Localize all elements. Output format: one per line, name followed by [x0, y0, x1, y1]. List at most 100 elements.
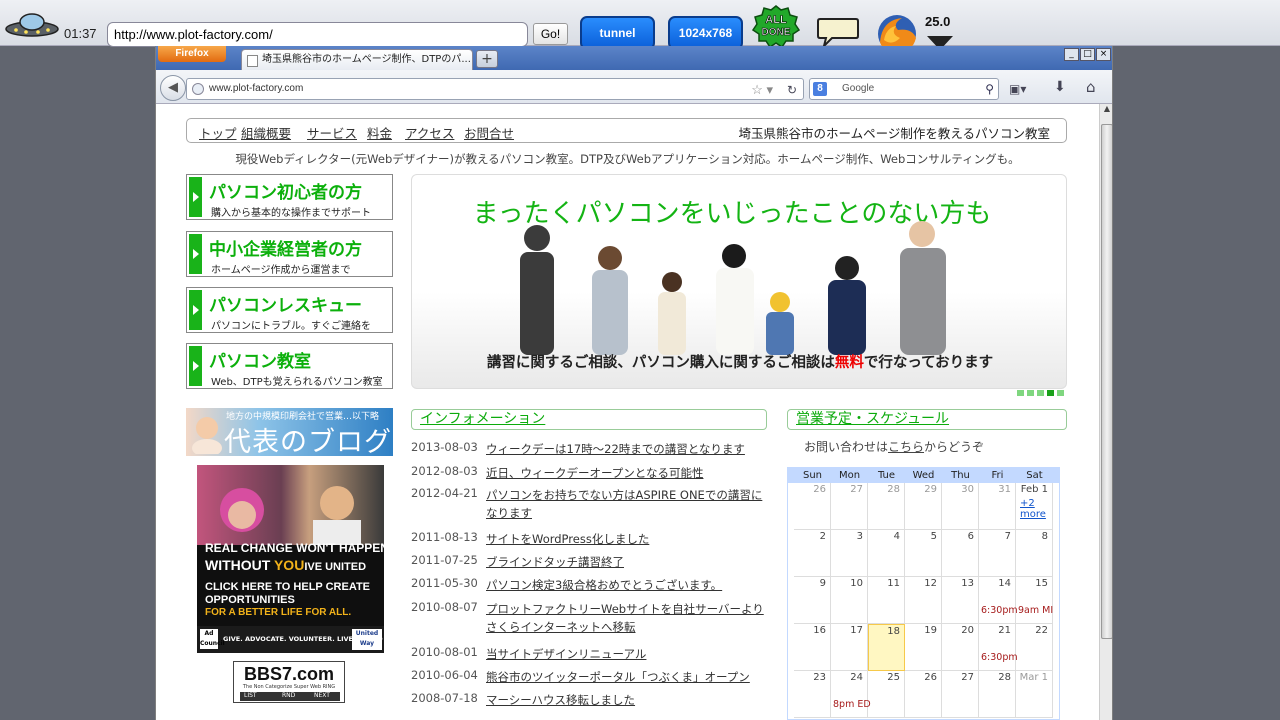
bbs7-random-button[interactable]: RND [282, 692, 295, 699]
calendar-day[interactable]: 31 [979, 483, 1016, 530]
new-tab-button[interactable]: + [476, 50, 498, 68]
resolution-button[interactable]: 1024x768 [668, 16, 743, 50]
calendar-day[interactable]: 9 [794, 577, 831, 624]
info-link[interactable]: 近日、ウィークデーオープンとなる可能性 [486, 464, 771, 482]
tunnel-button[interactable]: tunnel [580, 16, 655, 50]
calendar-day[interactable]: 8 [1016, 530, 1053, 577]
calendar-day[interactable]: 15 9am MI [1016, 577, 1053, 624]
calendar-day[interactable]: 10 [831, 577, 868, 624]
advertisement-banner[interactable]: REAL CHANGE WON'T HAPPEN WITHOUT YOUIVE … [197, 465, 384, 653]
calendar-more-link[interactable]: +2 more [1020, 498, 1052, 520]
slide-dot[interactable] [1027, 390, 1034, 396]
url-input[interactable]: http://www.plot-factory.com/ [107, 22, 528, 47]
calendar-day[interactable]: 17 [831, 624, 868, 671]
chat-bubble-icon[interactable] [816, 16, 860, 48]
nav-contact[interactable]: お問合せ [464, 123, 514, 142]
nav-top[interactable]: トップ [199, 123, 237, 142]
calendar-day[interactable]: Feb 1 +2 more [1016, 483, 1053, 530]
reload-icon[interactable]: ↻ [787, 80, 797, 100]
info-link[interactable]: ブラインドタッチ講習終了 [486, 553, 771, 571]
calendar-day[interactable]: 30 [942, 483, 979, 530]
bbs7-buttons: LIST RND NEXT [240, 692, 340, 701]
calendar-day[interactable]: 16 [794, 624, 831, 671]
contact-link[interactable]: こちら [888, 440, 924, 454]
info-link[interactable]: マーシーハウス移転しました [486, 691, 771, 709]
calendar-day[interactable]: 6 [942, 530, 979, 577]
tab-active[interactable]: 埼玉県熊谷市のホームページ制作、DTPのパ... [241, 49, 473, 70]
nav-price[interactable]: 料金 [367, 123, 392, 142]
calendar-day[interactable]: 19 [905, 624, 942, 671]
pc-rescue-link[interactable]: パソコンレスキュー パソコンにトラブル。すぐご連絡を [186, 287, 393, 333]
back-button[interactable]: ◀ [160, 75, 186, 101]
search-icon[interactable]: ⚲ [985, 79, 994, 99]
calendar-day[interactable]: 28 [979, 671, 1016, 718]
calendar-day[interactable]: 28 [868, 483, 905, 530]
info-link[interactable]: ウィークデーは17時〜22時までの講習となります [486, 440, 771, 458]
calendar-day[interactable]: 14 6:30pm [979, 577, 1018, 624]
calendar-day[interactable]: 12 [905, 577, 942, 624]
calendar-event[interactable]: 6:30pm [981, 652, 1018, 663]
slide-dot[interactable] [1047, 390, 1054, 396]
calendar-day[interactable]: 3 [831, 530, 868, 577]
calendar-day[interactable]: 27 [831, 483, 868, 530]
info-link[interactable]: パソコンをお持ちでない方はASPIRE ONEでの講習になります [486, 486, 771, 522]
bbs7-next-button[interactable]: NEXT [314, 692, 330, 699]
slide-dot[interactable] [1037, 390, 1044, 396]
scroll-up-icon[interactable]: ▲ [1101, 104, 1112, 118]
calendar-event[interactable]: 6:30pm [981, 605, 1018, 616]
beginner-link[interactable]: パソコン初心者の方 購入から基本的な操作までサポート [186, 174, 393, 220]
info-link[interactable]: サイトをWordPress化しました [486, 530, 771, 548]
calendar-day[interactable]: 26 [794, 483, 831, 530]
slide-dot[interactable] [1057, 390, 1064, 396]
nav-about[interactable]: 組織概要 [241, 123, 291, 142]
calendar-day[interactable]: 7 [979, 530, 1016, 577]
home-icon[interactable]: ⌂ [1086, 78, 1096, 96]
bbs7-banner[interactable]: BBS7.com The Non Categorize Super Web RI… [233, 661, 345, 703]
calendar-day[interactable]: 13 [942, 577, 979, 624]
calendar-day[interactable]: 22 [1016, 624, 1053, 671]
calendar-day[interactable]: 25 [868, 671, 905, 718]
calendar-day[interactable]: 26 [905, 671, 942, 718]
info-link[interactable]: プロットファクトリーWebサイトを自社サーバーよりさくらインターネットへ移転 [486, 600, 771, 636]
info-link[interactable]: 熊谷市のツイッターポータル「つぶくま」オープン [486, 668, 771, 686]
slide-dot[interactable] [1017, 390, 1024, 396]
calendar-day[interactable]: 5 [905, 530, 942, 577]
address-bar[interactable]: www.plot-factory.com ☆ ▾ ↻ [186, 78, 804, 100]
close-button[interactable]: × [1096, 48, 1111, 61]
bbs7-list-button[interactable]: LIST [244, 692, 257, 699]
calendar-day[interactable]: 29 [905, 483, 942, 530]
google-icon[interactable]: 8 [813, 82, 827, 96]
bookmarks-menu-icon[interactable]: ▣▾ [1009, 82, 1035, 96]
info-link[interactable]: 当サイトデザインリニューアル [486, 645, 771, 663]
calendar-day[interactable]: Mar 1 [1016, 671, 1053, 718]
firefox-menu-button[interactable]: Firefox [158, 46, 226, 62]
hero-slideshow[interactable]: まったくパソコンをいじったことのない方も 講習に関するご相談、パソコン購入に関す… [411, 174, 1067, 389]
scrollbar-thumb[interactable] [1101, 124, 1112, 639]
calendar-day[interactable]: 21 6:30pm [979, 624, 1018, 671]
calendar-day[interactable]: 11 [868, 577, 905, 624]
calendar-day[interactable]: 4 [868, 530, 905, 577]
pc-school-link[interactable]: パソコン教室 Web、DTPも覚えられるパソコン教室 [186, 343, 393, 389]
ufo-logo-icon[interactable] [4, 12, 60, 38]
calendar-day[interactable]: 20 [942, 624, 979, 671]
nav-access[interactable]: アクセス [405, 123, 454, 142]
calendar-day[interactable]: 23 [794, 671, 831, 718]
all-done-button[interactable]: ALL DONE [752, 4, 800, 48]
blog-banner[interactable]: 地方の中規模印刷会社で営業…以下略 代表のブログ [186, 408, 393, 456]
calendar-day[interactable]: 24 8pm ED [831, 671, 871, 718]
business-owner-link[interactable]: 中小企業経営者の方 ホームページ作成から運営まで [186, 231, 393, 277]
info-link[interactable]: パソコン検定3級合格おめでとうございます。 [486, 576, 771, 594]
maximize-button[interactable]: □ [1080, 48, 1095, 61]
minimize-button[interactable]: _ [1064, 48, 1079, 61]
calendar-event[interactable]: 9am MI [1018, 605, 1053, 616]
search-box[interactable]: 8 Google ⚲ [809, 78, 999, 100]
calendar-event[interactable]: 8pm ED [833, 699, 871, 710]
go-button[interactable]: Go! [533, 23, 568, 45]
nav-service[interactable]: サービス [307, 123, 357, 142]
bookmark-star-icon[interactable]: ☆ ▾ [751, 80, 773, 100]
calendar-day[interactable]: 2 [794, 530, 831, 577]
vertical-scrollbar[interactable]: ▲ [1099, 104, 1112, 720]
calendar-day[interactable]: 27 [942, 671, 979, 718]
calendar-day-today[interactable]: 18 [868, 624, 905, 671]
downloads-icon[interactable]: ⬇ [1054, 79, 1066, 95]
